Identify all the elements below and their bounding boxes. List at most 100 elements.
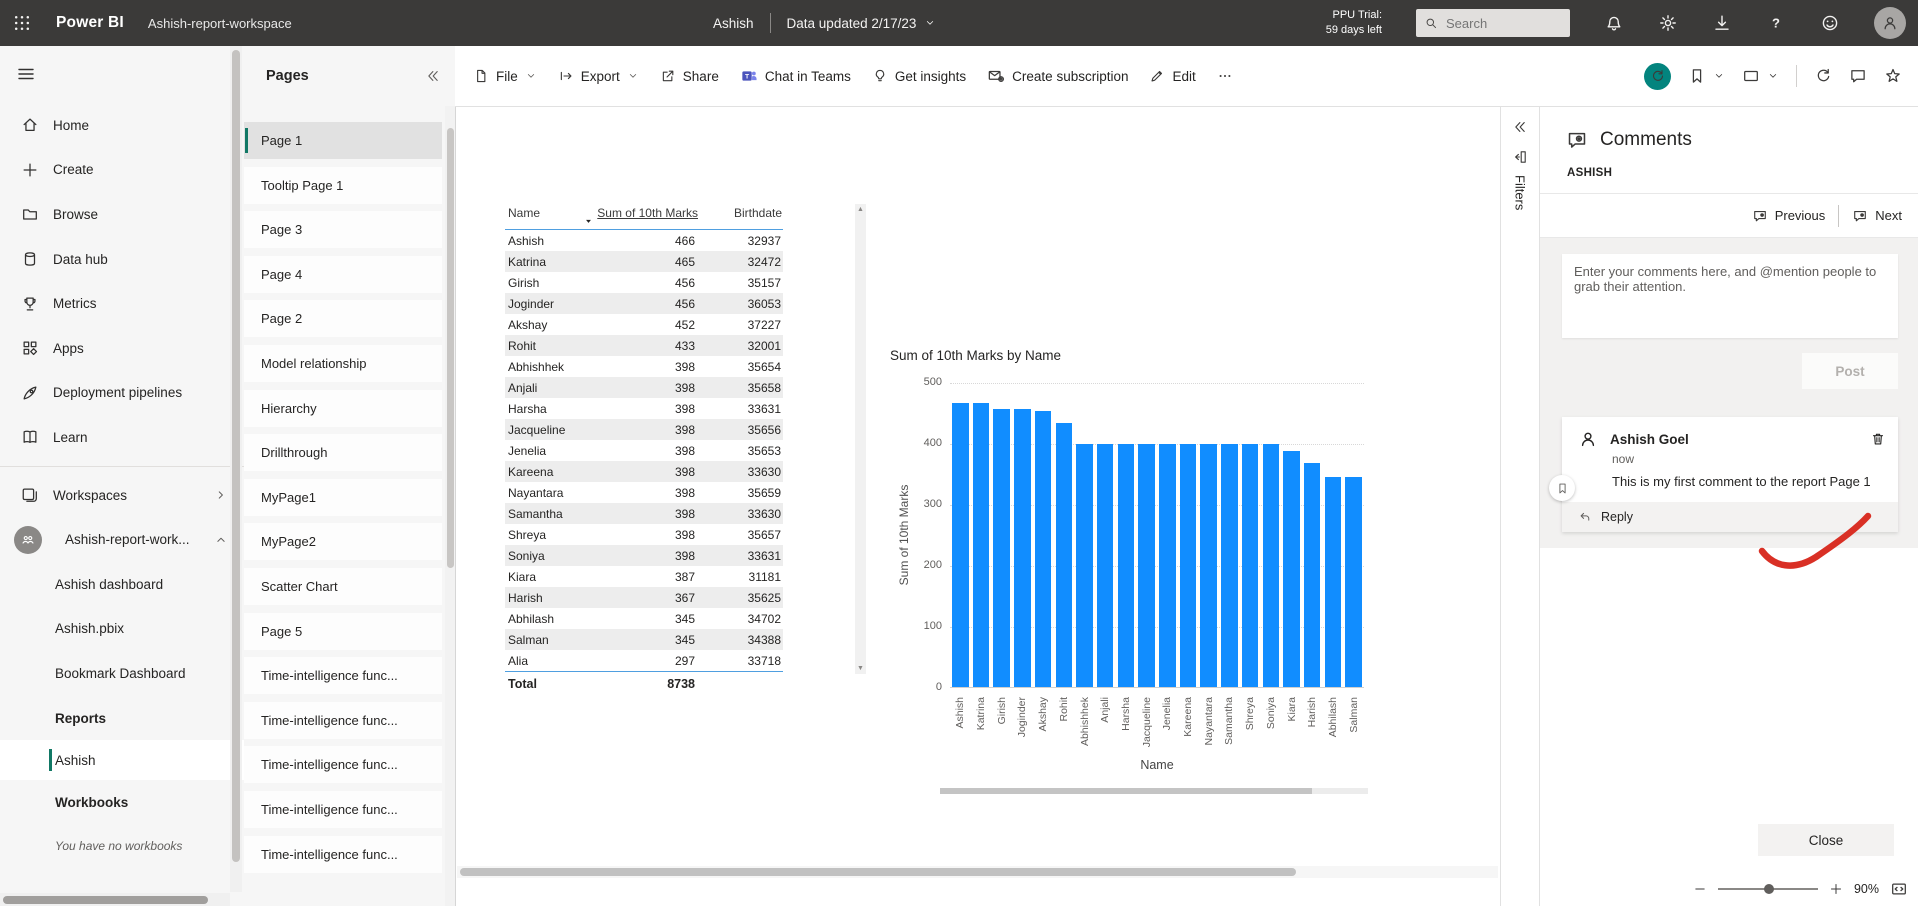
zoom-slider[interactable] bbox=[1718, 888, 1818, 890]
reset-to-default-button[interactable] bbox=[1644, 63, 1671, 90]
page-item-page-2[interactable]: Page 2 bbox=[244, 300, 442, 337]
expand-filters-icon[interactable] bbox=[1512, 119, 1528, 135]
page-item-model-relationship[interactable]: Model relationship bbox=[244, 345, 442, 382]
page-item-time-intelligence-func[interactable]: Time-intelligence func... bbox=[244, 746, 442, 783]
previous-comment-button[interactable]: Previous bbox=[1752, 208, 1826, 224]
page-item-page-3[interactable]: Page 3 bbox=[244, 211, 442, 248]
table-row[interactable]: Kiara 387 31181 bbox=[505, 566, 783, 587]
table-row[interactable]: Anjali 398 35658 bbox=[505, 377, 783, 398]
bar-rohit[interactable] bbox=[1056, 423, 1073, 687]
table-row[interactable]: Salman 345 34388 bbox=[505, 629, 783, 650]
bar-harish[interactable] bbox=[1304, 463, 1321, 687]
table-row[interactable]: Jacqueline 398 35656 bbox=[505, 419, 783, 440]
scrollbar-thumb[interactable] bbox=[460, 868, 1296, 876]
create-subscription-button[interactable]: Create subscription bbox=[987, 67, 1128, 85]
sidebar-item-browse[interactable]: Browse bbox=[0, 192, 244, 237]
table-row[interactable]: Harish 367 35625 bbox=[505, 587, 783, 608]
scrollbar-thumb[interactable] bbox=[940, 788, 1312, 794]
comment-bookmark-badge[interactable] bbox=[1549, 475, 1575, 501]
file-menu-button[interactable]: File bbox=[473, 68, 537, 84]
scrollbar-thumb[interactable] bbox=[447, 128, 454, 568]
bar-ashish[interactable] bbox=[952, 403, 969, 687]
sidebar-item-learn[interactable]: Learn bbox=[0, 415, 244, 460]
fit-to-page-icon[interactable] bbox=[1890, 880, 1908, 898]
workspace-doc-bookmark-dashboard[interactable]: Bookmark Dashboard bbox=[0, 651, 244, 696]
sidebar-item-create[interactable]: Create bbox=[0, 148, 244, 193]
table-row[interactable]: Rohit 433 32001 bbox=[505, 335, 783, 356]
next-comment-button[interactable]: Next bbox=[1852, 208, 1902, 224]
bar-nayantara[interactable] bbox=[1200, 444, 1217, 687]
leftnav-horizontal-scrollbar[interactable] bbox=[0, 893, 230, 906]
bar-abhishhek[interactable] bbox=[1076, 444, 1093, 687]
table-row[interactable]: Girish 456 35157 bbox=[505, 272, 783, 293]
table-vertical-scrollbar[interactable]: ▲ ▼ bbox=[855, 204, 866, 674]
table-row[interactable]: Shreya 398 35657 bbox=[505, 524, 783, 545]
search-input[interactable] bbox=[1416, 9, 1570, 37]
report-item-ashish-selected[interactable]: Ashish bbox=[0, 740, 244, 780]
column-header-marks[interactable]: Sum of 10th Marks bbox=[588, 206, 698, 220]
scroll-up-arrow[interactable]: ▲ bbox=[856, 206, 865, 213]
feedback-smiley-icon[interactable] bbox=[1820, 13, 1840, 33]
edit-button[interactable]: Edit bbox=[1149, 68, 1195, 84]
page-item-page-5[interactable]: Page 5 bbox=[244, 613, 442, 650]
export-menu-button[interactable]: Export bbox=[558, 68, 639, 84]
app-brand[interactable]: Power BI bbox=[56, 14, 124, 32]
page-item-time-intelligence-func[interactable]: Time-intelligence func... bbox=[244, 657, 442, 694]
favorite-star-icon[interactable] bbox=[1884, 67, 1902, 85]
help-icon[interactable]: ? bbox=[1766, 13, 1786, 33]
bar-joginder[interactable] bbox=[1014, 409, 1031, 687]
filters-pane-icon[interactable] bbox=[1512, 149, 1528, 165]
bar-kareena[interactable] bbox=[1180, 444, 1197, 687]
bar-katrina[interactable] bbox=[973, 403, 990, 687]
comment-card[interactable]: Ashish Goel now This is my first comment… bbox=[1562, 417, 1898, 532]
table-visual[interactable]: Name Sum of 10th Marks Birthdate Ashish … bbox=[505, 202, 870, 695]
sidebar-item-apps[interactable]: Apps bbox=[0, 326, 244, 371]
leftnav-vertical-scrollbar[interactable] bbox=[230, 46, 242, 892]
bar-chart-visual[interactable]: Sum of 10th Marks by Name Sum of 10th Ma… bbox=[888, 348, 1382, 800]
page-item-drillthrough[interactable]: Drillthrough bbox=[244, 434, 442, 471]
chat-in-teams-button[interactable]: T Chat in Teams bbox=[740, 67, 851, 85]
collapse-pages-icon[interactable] bbox=[425, 68, 441, 84]
page-item-tooltip-page-1[interactable]: Tooltip Page 1 bbox=[244, 167, 442, 204]
page-item-time-intelligence-func[interactable]: Time-intelligence func... bbox=[244, 702, 442, 739]
table-row[interactable]: Ashish 466 32937 bbox=[505, 230, 783, 251]
more-options-button[interactable] bbox=[1217, 68, 1233, 84]
page-item-time-intelligence-func[interactable]: Time-intelligence func... bbox=[244, 836, 442, 873]
table-row[interactable]: Soniya 398 33631 bbox=[505, 545, 783, 566]
bar-salman[interactable] bbox=[1345, 477, 1362, 687]
table-row[interactable]: Abhilash 345 34702 bbox=[505, 608, 783, 629]
table-row[interactable]: Jenelia 398 35653 bbox=[505, 440, 783, 461]
sidebar-item-current-workspace[interactable]: Ashish-report-work... bbox=[0, 517, 244, 562]
bar-harsha[interactable] bbox=[1118, 444, 1135, 687]
comment-input[interactable] bbox=[1562, 254, 1898, 338]
table-row[interactable]: Harsha 398 33631 bbox=[505, 398, 783, 419]
post-comment-button[interactable]: Post bbox=[1802, 353, 1898, 389]
waffle-menu-icon[interactable] bbox=[12, 13, 32, 33]
table-row[interactable]: Akshay 452 37227 bbox=[505, 314, 783, 335]
comments-toggle-icon[interactable] bbox=[1849, 67, 1867, 85]
table-row[interactable]: Katrina 465 32472 bbox=[505, 251, 783, 272]
bar-soniya[interactable] bbox=[1263, 444, 1280, 687]
column-header-birthdate[interactable]: Birthdate bbox=[718, 206, 782, 220]
page-item-mypage2[interactable]: MyPage2 bbox=[244, 523, 442, 560]
column-header-name[interactable]: Name bbox=[508, 206, 540, 220]
page-item-hierarchy[interactable]: Hierarchy bbox=[244, 390, 442, 427]
page-item-mypage1[interactable]: MyPage1 bbox=[244, 479, 442, 516]
table-row[interactable]: Nayantara 398 35659 bbox=[505, 482, 783, 503]
get-insights-button[interactable]: Get insights bbox=[872, 68, 966, 84]
bar-samantha[interactable] bbox=[1221, 444, 1238, 687]
bar-akshay[interactable] bbox=[1035, 411, 1052, 687]
zoom-slider-thumb[interactable] bbox=[1764, 884, 1774, 894]
workspace-doc-pbix[interactable]: Ashish.pbix bbox=[0, 607, 244, 652]
table-row[interactable]: Alia 297 33718 bbox=[505, 650, 783, 671]
zoom-out-minus-icon[interactable] bbox=[1693, 882, 1707, 896]
table-row[interactable]: Joginder 456 36053 bbox=[505, 293, 783, 314]
hamburger-menu-icon[interactable] bbox=[16, 64, 36, 84]
page-item-page-4[interactable]: Page 4 bbox=[244, 256, 442, 293]
close-comments-button[interactable]: Close bbox=[1758, 824, 1894, 856]
scrollbar-thumb[interactable] bbox=[3, 896, 208, 904]
sidebar-item-deployment-pipelines[interactable]: Deployment pipelines bbox=[0, 371, 244, 416]
page-item-scatter-chart[interactable]: Scatter Chart bbox=[244, 568, 442, 605]
delete-comment-trash-icon[interactable] bbox=[1870, 431, 1886, 447]
scrollbar-thumb[interactable] bbox=[232, 50, 240, 862]
